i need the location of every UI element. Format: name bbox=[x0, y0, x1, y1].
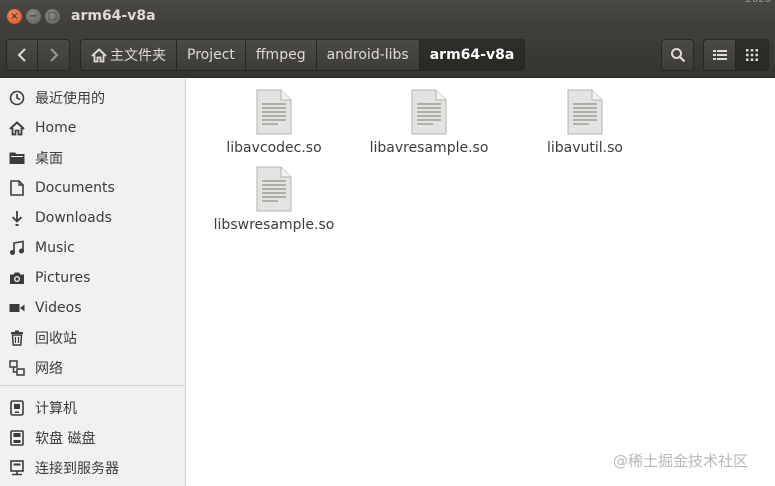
file-item[interactable]: libavresample.so bbox=[359, 83, 499, 157]
toolbar: 主文件夹 Project ffmpeg android-libs arm64-v… bbox=[0, 33, 775, 78]
breadcrumb-label: ffmpeg bbox=[255, 47, 306, 63]
title-bar: × − □ arm64-v8a 2020 bbox=[0, 0, 775, 33]
text-file-icon bbox=[567, 89, 603, 135]
breadcrumb-label: android-libs bbox=[326, 47, 409, 63]
grid-view-icon bbox=[746, 49, 758, 61]
server-icon bbox=[8, 459, 26, 477]
search-icon bbox=[670, 48, 685, 63]
home-icon bbox=[91, 47, 107, 63]
sidebar-item-connect-server[interactable]: 连接到服务器 bbox=[0, 454, 186, 482]
sidebar-item-label: Music bbox=[35, 240, 75, 256]
corner-text: 2020 bbox=[746, 0, 771, 5]
watermark: @稀土掘金技术社区 bbox=[613, 452, 749, 470]
file-item[interactable]: libswresample.so bbox=[204, 160, 344, 234]
sidebar-item-label: 计算机 bbox=[35, 401, 77, 417]
breadcrumb-arm64-v8a[interactable]: arm64-v8a bbox=[419, 39, 526, 71]
sidebar-item-label: 回收站 bbox=[35, 331, 77, 347]
sidebar-item-label: Home bbox=[35, 120, 77, 136]
file-name: libavresample.so bbox=[369, 140, 489, 156]
file-item[interactable]: libavcodec.so bbox=[204, 83, 344, 157]
sidebar-item-floppy-disk[interactable]: 软盘 磁盘 bbox=[0, 424, 186, 452]
sidebar-item-trash[interactable]: 回收站 bbox=[0, 324, 186, 352]
file-item[interactable]: libavutil.so bbox=[515, 83, 655, 157]
folder-icon bbox=[8, 149, 26, 167]
chevron-right-icon bbox=[49, 48, 58, 62]
sidebar-item-home[interactable]: Home bbox=[0, 114, 186, 142]
text-file-icon bbox=[256, 166, 292, 212]
sidebar-item-videos[interactable]: Videos bbox=[0, 294, 186, 322]
sidebar: 最近使用的 Home 桌面 Documents Downloads Music … bbox=[0, 79, 186, 486]
sidebar-item-computer[interactable]: 计算机 bbox=[0, 394, 186, 422]
sidebar-item-pictures[interactable]: Pictures bbox=[0, 264, 186, 292]
clock-icon bbox=[8, 89, 26, 107]
list-view-button[interactable] bbox=[703, 39, 736, 71]
breadcrumb-label: arm64-v8a bbox=[429, 47, 515, 63]
window-minimize-button[interactable]: − bbox=[26, 9, 41, 24]
sidebar-item-label: 连接到服务器 bbox=[35, 461, 119, 477]
sidebar-item-label: 最近使用的 bbox=[35, 91, 105, 107]
sidebar-item-documents[interactable]: Documents bbox=[0, 174, 186, 202]
breadcrumb-home[interactable]: 主文件夹 bbox=[80, 39, 177, 71]
text-file-icon bbox=[256, 89, 292, 135]
video-icon bbox=[8, 299, 26, 317]
file-name: libavutil.so bbox=[547, 140, 623, 156]
breadcrumb-ffmpeg[interactable]: ffmpeg bbox=[245, 39, 317, 71]
breadcrumb-label: 主文件夹 bbox=[110, 48, 166, 64]
chevron-left-icon bbox=[17, 48, 26, 62]
document-icon bbox=[8, 179, 26, 197]
sidebar-item-label: 软盘 磁盘 bbox=[35, 431, 96, 447]
home-icon bbox=[8, 119, 26, 137]
text-file-icon bbox=[411, 89, 447, 135]
sidebar-item-label: Pictures bbox=[35, 270, 91, 286]
sidebar-item-network[interactable]: 网络 bbox=[0, 354, 186, 382]
view-toggle bbox=[703, 39, 769, 71]
window-title: arm64-v8a bbox=[71, 8, 156, 24]
file-name: libavcodec.so bbox=[226, 140, 322, 156]
breadcrumb-label: Project bbox=[187, 47, 235, 63]
breadcrumb-project[interactable]: Project bbox=[177, 39, 246, 71]
sidebar-item-label: 网络 bbox=[35, 361, 63, 377]
file-view: libavcodec.so libavresample.so libavutil… bbox=[190, 79, 775, 486]
sidebar-item-desktop[interactable]: 桌面 bbox=[0, 144, 186, 172]
window-close-button[interactable]: × bbox=[7, 9, 22, 24]
trash-icon bbox=[8, 329, 26, 347]
sidebar-item-label: Documents bbox=[35, 180, 115, 196]
back-button[interactable] bbox=[6, 39, 38, 71]
computer-icon bbox=[8, 399, 26, 417]
grid-view-button[interactable] bbox=[736, 39, 769, 71]
sidebar-item-label: Downloads bbox=[35, 210, 112, 226]
list-view-icon bbox=[712, 50, 727, 60]
search-button[interactable] bbox=[661, 39, 694, 71]
window-maximize-button[interactable]: □ bbox=[45, 9, 60, 24]
sidebar-item-downloads[interactable]: Downloads bbox=[0, 204, 186, 232]
breadcrumb: 主文件夹 Project ffmpeg android-libs arm64-v… bbox=[80, 39, 526, 71]
sidebar-divider bbox=[0, 385, 186, 386]
network-icon bbox=[8, 359, 26, 377]
floppy-icon bbox=[8, 429, 26, 447]
file-name: libswresample.so bbox=[213, 217, 335, 233]
sidebar-item-label: 桌面 bbox=[35, 151, 63, 167]
sidebar-item-recent[interactable]: 最近使用的 bbox=[0, 84, 186, 112]
nav-buttons bbox=[6, 39, 70, 71]
sidebar-item-music[interactable]: Music bbox=[0, 234, 186, 262]
forward-button[interactable] bbox=[38, 39, 70, 71]
breadcrumb-android-libs[interactable]: android-libs bbox=[316, 39, 420, 71]
sidebar-item-label: Videos bbox=[35, 300, 82, 316]
music-icon bbox=[8, 239, 26, 257]
download-icon bbox=[8, 209, 26, 227]
camera-icon bbox=[8, 269, 26, 287]
